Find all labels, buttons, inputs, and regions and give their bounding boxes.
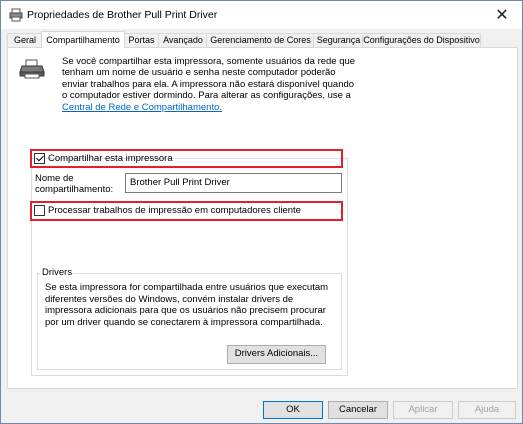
cancel-button[interactable]: Cancelar [328, 401, 388, 419]
tab-avancado[interactable]: Avançado [158, 33, 208, 47]
share-printer-checkbox[interactable]: Compartilhar esta impressora [34, 153, 173, 164]
close-button[interactable]: ✕ [482, 1, 522, 29]
sharing-description: Se você compartilhar esta impressora, so… [62, 56, 362, 113]
network-sharing-center-link[interactable]: Central de Rede e Compartilhamento. [62, 102, 222, 113]
tab-geral[interactable]: Geral [7, 33, 43, 47]
tab-configuracoes-do-dispositivo[interactable]: Configurações do Dispositivo [362, 33, 481, 47]
checkbox[interactable] [34, 153, 45, 164]
tab-gerenciamento-de-cores[interactable]: Gerenciamento de Cores [206, 33, 315, 47]
title-bar[interactable]: Propriedades de Brother Pull Print Drive… [1, 1, 522, 29]
render-jobs-label: Processar trabalhos de impressão em comp… [48, 205, 301, 216]
drivers-line: diferentes versões do Windows, convém in… [45, 293, 294, 305]
tab-compartilhamento[interactable]: Compartilhamento [41, 31, 125, 48]
drivers-line: por um driver quando se conectarem à imp… [45, 316, 323, 328]
checkbox[interactable] [34, 205, 45, 216]
share-name-field[interactable]: Brother Pull Print Driver [125, 173, 342, 193]
share-printer-label: Compartilhar esta impressora [48, 153, 173, 164]
ok-button[interactable]: OK [263, 401, 323, 419]
window-title: Propriedades de Brother Pull Print Drive… [27, 9, 218, 21]
drivers-line: Se esta impressora for compartilhada ent… [45, 282, 329, 293]
close-icon: ✕ [495, 7, 509, 24]
drivers-description: Se esta impressora for compartilhada ent… [45, 282, 345, 328]
printer-icon [19, 59, 45, 79]
printer-icon [9, 8, 23, 22]
description-line: enviar trabalhos para ela. A impressora … [62, 78, 355, 90]
drivers-group-title: Drivers [41, 267, 74, 278]
additional-drivers-button[interactable]: Drivers Adicionais... [227, 345, 326, 364]
drivers-line: impressora adicionais para que os usuári… [45, 305, 326, 317]
help-button[interactable]: Ajuda [458, 401, 516, 419]
tab-portas[interactable]: Portas [123, 33, 160, 47]
description-line: o computador estiver dormindo. Para alte… [62, 90, 351, 102]
share-name-label: Nome de compartilhamento: [35, 173, 113, 195]
description-line: tenham um nome de usuário e senha neste … [62, 67, 336, 79]
apply-button[interactable]: Aplicar [393, 401, 453, 419]
description-line: Se você compartilhar esta impressora, so… [62, 56, 356, 67]
tab-seguranca[interactable]: Segurança [313, 33, 364, 47]
properties-window: Propriedades de Brother Pull Print Drive… [0, 0, 523, 424]
share-name-label-line: Nome de [35, 173, 74, 184]
share-name-label-line: compartilhamento: [35, 184, 114, 195]
render-jobs-checkbox[interactable]: Processar trabalhos de impressão em comp… [34, 205, 301, 216]
